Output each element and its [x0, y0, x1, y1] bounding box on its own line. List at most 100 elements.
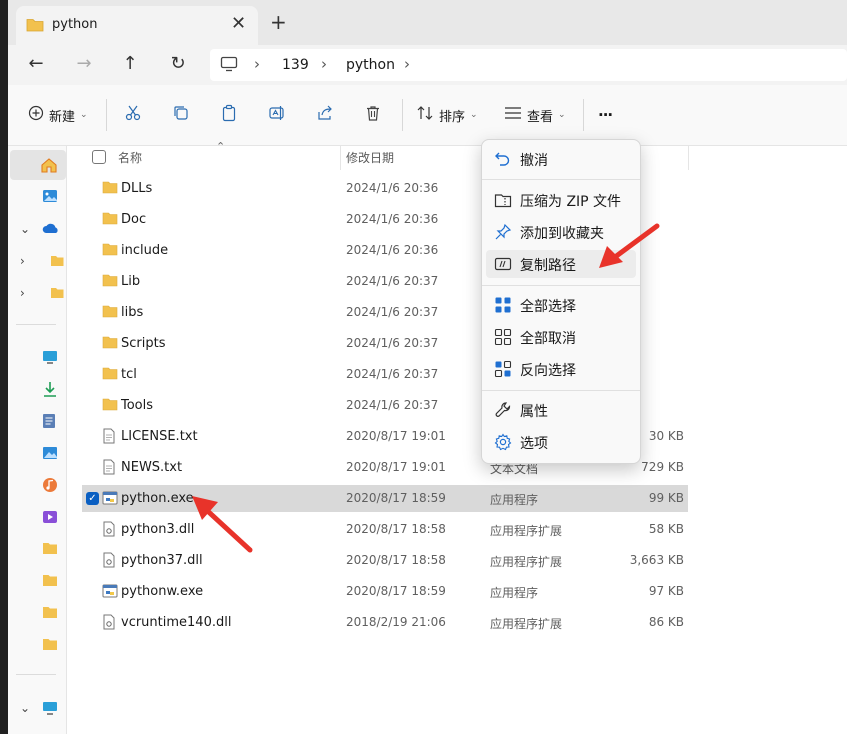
forward-arrow-icon[interactable]: →	[70, 53, 98, 77]
folder-icon[interactable]	[50, 286, 64, 303]
file-date: 2024/1/6 20:37	[346, 305, 439, 319]
folder-icon	[102, 211, 118, 229]
file-date: 2018/2/19 21:06	[346, 615, 446, 629]
back-arrow-icon[interactable]: ←	[22, 53, 50, 77]
up-arrow-icon[interactable]: ↑	[116, 53, 144, 77]
divider	[688, 146, 689, 170]
file-name: pythonw.exe	[121, 584, 204, 599]
plus-circle-icon	[28, 105, 44, 125]
file-name: vcruntime140.dll	[121, 615, 232, 630]
address-field[interactable]: › 139 › python ›	[210, 49, 847, 81]
documents-icon[interactable]	[42, 413, 56, 433]
file-row[interactable]: python3.dll 2020/8/17 18:58 应用程序扩展 58 KB	[82, 516, 688, 543]
rename-icon	[268, 104, 286, 126]
menu-item-properties[interactable]: 属性	[486, 396, 636, 424]
menu-item-select-none[interactable]: 全部取消	[486, 323, 636, 351]
sort-label: 排序	[439, 109, 466, 125]
file-type: 应用程序扩展	[490, 524, 563, 538]
file-date: 2020/8/17 19:01	[346, 429, 446, 443]
menu-label: 全部取消	[520, 331, 576, 347]
chevron-right-icon[interactable]: ›	[20, 254, 25, 268]
gear-icon	[494, 433, 512, 455]
chevron-down-icon[interactable]: ⌄	[20, 222, 30, 236]
menu-item-undo[interactable]: 撤消	[486, 145, 636, 173]
view-icon	[504, 106, 522, 124]
menu-item-compress-zip[interactable]: 压缩为 ZIP 文件	[486, 186, 636, 214]
rename-button[interactable]	[268, 103, 286, 127]
file-type: 应用程序扩展	[490, 617, 563, 631]
file-name: Doc	[121, 212, 147, 227]
menu-item-options[interactable]: 选项	[486, 428, 636, 456]
file-row[interactable]: python37.dll 2020/8/17 18:58 应用程序扩展 3,663 K…	[82, 547, 688, 574]
select-none-icon	[494, 328, 512, 350]
gallery-icon[interactable]	[42, 188, 58, 208]
folder-icon[interactable]	[42, 541, 58, 559]
row-checkbox[interactable]: ✓	[86, 492, 99, 505]
paste-button[interactable]	[220, 103, 238, 127]
copy-button[interactable]	[172, 103, 190, 127]
file-size: 3,663 KB	[629, 553, 684, 567]
new-button[interactable]: 新建 ⌄	[28, 103, 88, 127]
chevron-down-icon: ⌄	[558, 110, 566, 120]
chevron-down-icon[interactable]: ⌄	[20, 701, 30, 715]
file-row[interactable]: pythonw.exe 2020/8/17 18:59 应用程序 97 KB	[82, 578, 688, 605]
cut-button[interactable]	[124, 103, 142, 127]
divider	[482, 179, 640, 180]
share-button[interactable]	[316, 103, 334, 127]
file-date: 2024/1/6 20:37	[346, 336, 439, 350]
pictures-icon[interactable]	[42, 445, 58, 465]
menu-item-select-all[interactable]: 全部选择	[486, 291, 636, 319]
sidebar-item-home[interactable]	[10, 150, 66, 180]
file-row[interactable]: ✓ python.exe 2020/8/17 18:59 应用程序 99 KB	[82, 485, 688, 512]
chevron-right-icon[interactable]: ›	[20, 286, 25, 300]
divider	[583, 99, 584, 131]
sort-ascending-icon: ⌃	[216, 140, 226, 153]
invert-selection-icon	[494, 360, 512, 382]
file-date: 2024/1/6 20:36	[346, 243, 439, 257]
pin-icon	[494, 223, 512, 245]
file-row[interactable]: vcruntime140.dll 2018/2/19 21:06 应用程序扩展 86 …	[82, 609, 688, 636]
more-options-button[interactable]: ···	[598, 103, 613, 127]
annotation-arrow-icon	[192, 496, 253, 553]
file-type: 应用程序	[490, 493, 539, 507]
file-name: DLLs	[121, 181, 153, 196]
close-tab-icon[interactable]: ✕	[231, 13, 246, 34]
divider	[16, 674, 56, 675]
dll-file-icon	[102, 521, 116, 541]
breadcrumb-item[interactable]: python	[346, 57, 395, 73]
tab-python[interactable]: python ✕	[16, 6, 258, 45]
folder-icon[interactable]	[42, 605, 58, 623]
python-exe-icon	[102, 583, 118, 603]
refresh-icon[interactable]: ↻	[164, 53, 192, 77]
file-date: 2020/8/17 18:58	[346, 522, 446, 536]
folder-icon[interactable]	[42, 573, 58, 591]
folder-icon[interactable]	[42, 637, 58, 655]
file-date: 2024/1/6 20:36	[346, 212, 439, 226]
context-menu: 撤消 压缩为 ZIP 文件 添加到收藏夹 复制路径 全部选择 全部取消 反向选择…	[481, 139, 641, 464]
delete-button[interactable]	[364, 103, 382, 127]
file-size: 99 KB	[648, 491, 684, 505]
onedrive-icon[interactable]	[42, 222, 60, 238]
dll-file-icon	[102, 614, 116, 634]
annotation-arrow-icon	[599, 223, 660, 268]
select-all-checkbox[interactable]	[92, 150, 106, 164]
breadcrumb-separator-icon: ›	[254, 55, 260, 73]
sort-button[interactable]: 排序 ⌄	[416, 103, 478, 127]
column-date-modified[interactable]: 修改日期	[346, 149, 394, 166]
desktop-icon[interactable]	[42, 350, 58, 368]
videos-icon[interactable]	[42, 509, 58, 529]
download-icon[interactable]	[42, 381, 58, 401]
new-label: 新建	[49, 109, 76, 125]
menu-item-invert-selection[interactable]: 反向选择	[486, 355, 636, 383]
new-tab-button[interactable]: +	[270, 10, 287, 34]
this-pc-icon[interactable]	[42, 701, 58, 719]
folder-icon[interactable]	[50, 254, 64, 271]
music-icon[interactable]	[42, 477, 58, 497]
breadcrumb-item[interactable]: 139	[282, 57, 309, 73]
menu-label: 复制路径	[520, 258, 576, 274]
address-bar-row: ← → ↑ ↻ › 139 › python ›	[8, 45, 847, 85]
folder-icon	[102, 242, 118, 260]
column-name[interactable]: 名称	[118, 149, 142, 166]
share-icon	[316, 104, 334, 126]
view-button[interactable]: 查看 ⌄	[504, 103, 566, 127]
